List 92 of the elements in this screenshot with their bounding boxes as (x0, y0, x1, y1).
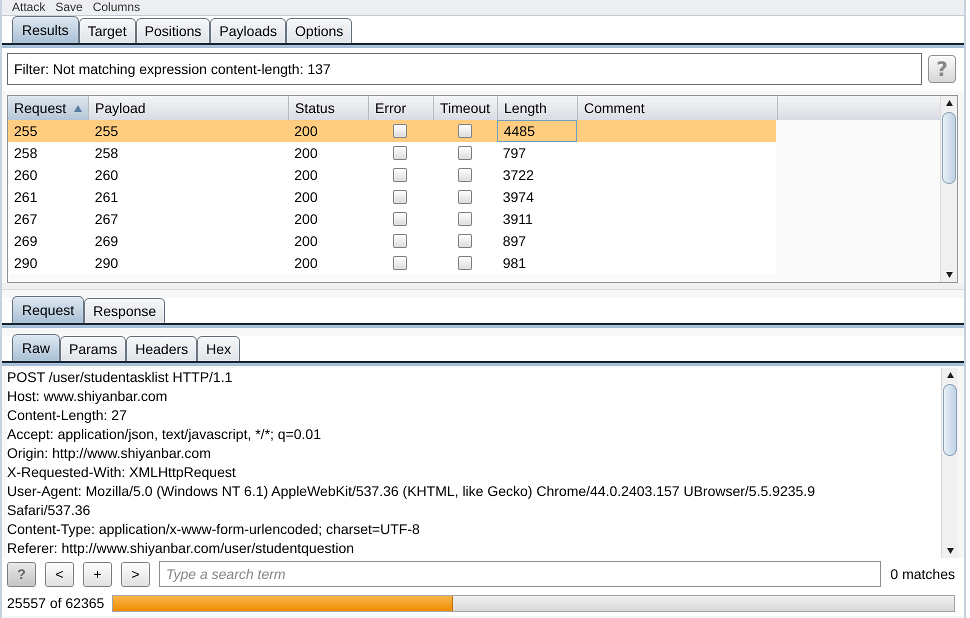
table-cell-text: 267 (13, 210, 38, 229)
checkbox[interactable] (458, 256, 472, 270)
table-row[interactable]: 255 255 200 4485 (8, 120, 776, 142)
request-line: User-Agent: Mozilla/5.0 (Windows NT 6.1) AppleWebKit/537.36 (KHTML, like Gecko) Chrome/44.0.2403.157 UBrowser/5.5.9235.9 (7, 482, 816, 501)
table-cell-text: 200 (293, 232, 319, 251)
table-row[interactable]: 260 260 200 3722 (8, 164, 776, 186)
table-cell-text: 200 (293, 144, 319, 163)
up-arrow-icon[interactable] (946, 372, 954, 378)
table-cell-text: 258 (13, 144, 38, 163)
scroll-thumb[interactable] (943, 384, 957, 456)
down-arrow-icon[interactable] (946, 272, 952, 278)
table-cell-text: 897 (502, 232, 528, 251)
table-cell-text: 3974 (502, 188, 535, 207)
tab[interactable]: Options (286, 18, 352, 43)
checkbox[interactable] (458, 234, 472, 248)
checkbox[interactable] (393, 212, 408, 226)
match-count: 0 matches (890, 566, 955, 582)
request-line: Content-Length: 27 (7, 406, 128, 425)
table-row[interactable]: 258 258 200 797 (8, 142, 776, 164)
scrollbar[interactable] (941, 368, 958, 558)
table-cell-text: 261 (94, 188, 120, 207)
tab[interactable]: Results (12, 16, 79, 43)
previous-button[interactable]: < (45, 562, 74, 586)
request-line: Safari/537.36 (7, 501, 92, 520)
table-cell-text: 3722 (502, 166, 535, 185)
checkbox[interactable] (393, 256, 408, 270)
checkbox[interactable] (393, 168, 408, 182)
table-cell-text: 269 (94, 232, 120, 251)
tab[interactable]: Target (78, 18, 136, 43)
table-cell-text: 258 (94, 144, 120, 163)
table-cell-text: 290 (94, 254, 120, 273)
request-line: Origin: http://www.shiyanbar.com (7, 444, 212, 463)
progress-text: 25557 of 62365 (7, 595, 104, 611)
table-cell-text: 267 (94, 210, 120, 229)
sort-ascending-icon (74, 104, 82, 112)
tab[interactable]: Headers (126, 336, 198, 361)
table-cell-text: 260 (13, 166, 38, 185)
table-cell-text: 255 (13, 122, 38, 141)
table-cell-text: 981 (502, 254, 528, 273)
help-button[interactable]: ? (7, 562, 36, 586)
table-cell-text: 260 (94, 166, 120, 185)
scrollbar[interactable] (940, 96, 957, 282)
table-cell-text: 200 (293, 210, 319, 229)
table-cell-text: 261 (13, 188, 38, 207)
table-row[interactable]: 269 269 200 897 (8, 230, 776, 252)
filter-bar[interactable]: Filter: Not matching expression content-length: 137 (7, 53, 922, 85)
table-cell-text: 269 (13, 232, 38, 251)
checkbox[interactable] (458, 190, 472, 204)
request-line: POST /user/studentasklist HTTP/1.1 (7, 368, 234, 387)
request-line: Host: www.shiyanbar.com (7, 387, 168, 406)
tab[interactable]: Request (12, 296, 84, 323)
request-line: Referer: http://www.shiyanbar.com/user/studentquestion (7, 539, 356, 558)
tab[interactable]: Payloads (210, 18, 286, 43)
tab[interactable]: Raw (12, 334, 60, 361)
table-cell-text: 290 (13, 254, 38, 273)
next-button[interactable]: > (121, 562, 150, 586)
scroll-thumb[interactable] (942, 112, 956, 184)
checkbox[interactable] (393, 234, 408, 248)
table-cell-text: 200 (293, 166, 319, 185)
tab[interactable]: Params (60, 336, 126, 361)
table-cell-text: 200 (293, 254, 319, 273)
down-arrow-icon[interactable] (946, 548, 954, 554)
checkbox[interactable] (458, 168, 472, 182)
request-line: X-Requested-With: XMLHttpRequest (7, 463, 237, 482)
table-cell-text: 797 (502, 144, 528, 163)
checkbox[interactable] (458, 146, 472, 160)
column-header[interactable]: Length (498, 96, 578, 120)
request-line: Accept: application/json, text/javascript, */*; q=0.01 (7, 425, 322, 444)
checkbox[interactable] (393, 124, 408, 138)
table-cell-text: 3911 (502, 210, 534, 229)
menu-item[interactable]: Attack (12, 0, 46, 15)
table-cell: 4485 (496, 120, 577, 142)
search-field[interactable]: Type a search term (159, 561, 882, 587)
table-cell-text: 200 (293, 122, 319, 141)
table-row[interactable]: 261 261 200 3974 (8, 186, 776, 208)
tab[interactable]: Response (84, 298, 166, 323)
tab[interactable]: Positions (136, 18, 210, 43)
checkbox[interactable] (393, 190, 408, 204)
tab[interactable]: Hex (197, 336, 240, 361)
menu-item[interactable]: Save (55, 0, 83, 15)
checkbox[interactable] (393, 146, 408, 160)
checkbox[interactable] (458, 124, 472, 138)
menu-item[interactable]: Columns (92, 0, 140, 15)
table-cell-text: 255 (94, 122, 120, 141)
table-row[interactable]: 267 267 200 3911 (8, 208, 776, 230)
checkbox[interactable] (458, 212, 472, 226)
request-line: Content-Type: application/x-www-form-urlencoded; charset=UTF-8 (7, 520, 421, 539)
column-header[interactable]: Request (8, 96, 89, 120)
up-arrow-icon[interactable] (946, 100, 952, 106)
add-button[interactable]: + (83, 562, 112, 586)
table-row[interactable]: 290 290 200 981 (8, 252, 776, 274)
table-cell-text: 200 (293, 188, 319, 207)
